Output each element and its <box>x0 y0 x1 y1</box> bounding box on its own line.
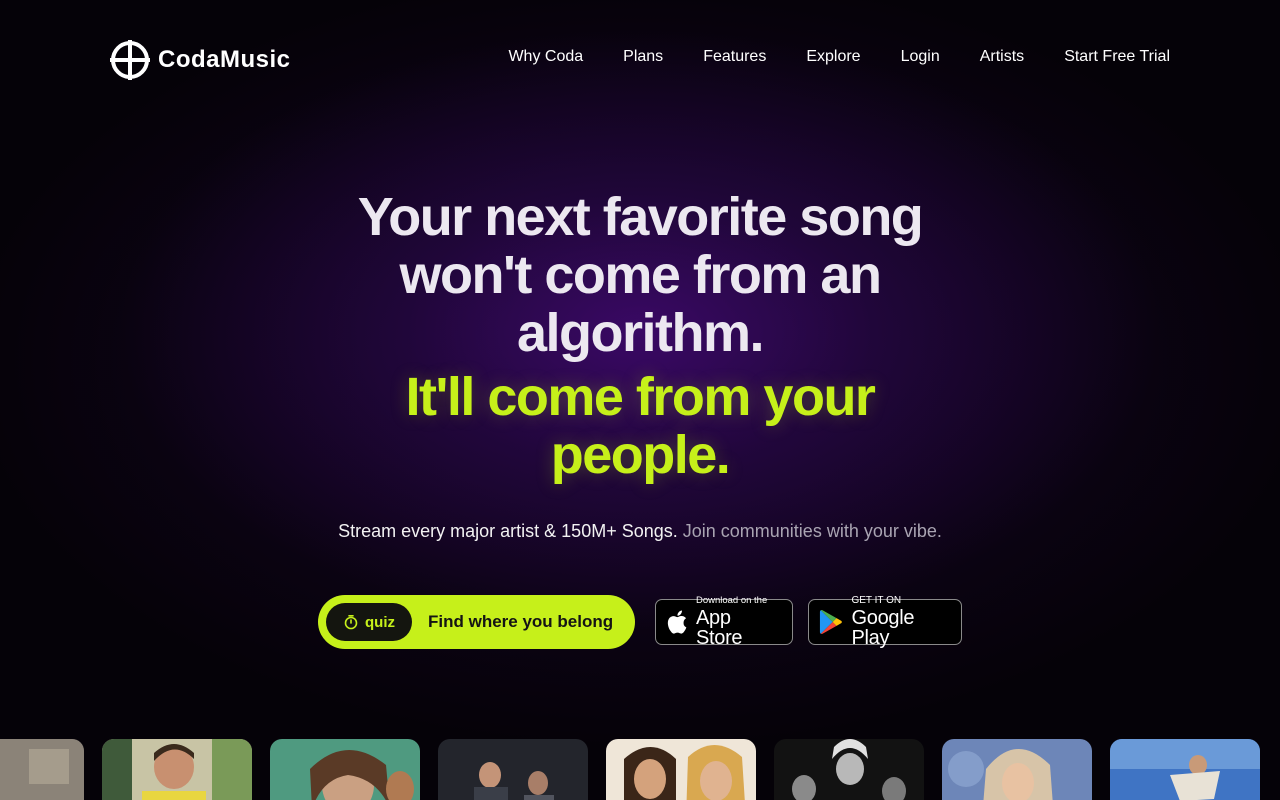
artist-thumb[interactable] <box>1110 739 1260 800</box>
nav-explore[interactable]: Explore <box>806 48 860 66</box>
stopwatch-icon <box>344 614 358 630</box>
nav-login[interactable]: Login <box>901 48 940 66</box>
artist-photo <box>942 739 1092 800</box>
google-play-icon <box>819 610 842 634</box>
google-play-text: GET IT ON Google Play <box>851 595 951 649</box>
brand-name: CodaMusic <box>158 46 291 73</box>
artist-thumb[interactable] <box>606 739 756 800</box>
headline-line: Your next favorite song <box>357 187 924 247</box>
app-store-small-text: Download on the <box>695 595 768 607</box>
artist-thumb[interactable] <box>270 739 420 800</box>
nav-start-free-trial[interactable]: Start Free Trial <box>1064 48 1170 66</box>
google-play-small-text: GET IT ON <box>851 595 902 606</box>
subtitle-main: Stream every major artist & 150M+ Songs. <box>338 521 678 541</box>
cta-row: quiz Find where you belong <box>318 595 635 649</box>
hero-section: Your next favorite song won't come from … <box>0 188 1280 484</box>
quiz-button[interactable]: quiz Find where you belong <box>318 595 635 649</box>
hero-accent-headline: It'll come from your people. <box>0 368 1280 484</box>
coda-logo-icon <box>110 40 150 80</box>
subtitle-muted: Join communities with your vibe. <box>682 521 942 541</box>
artist-photo <box>102 739 252 800</box>
hero-subtitle: Stream every major artist & 150M+ Songs.… <box>0 521 1280 542</box>
artist-thumb[interactable] <box>438 739 588 800</box>
artist-thumb[interactable] <box>102 739 252 800</box>
artist-photo <box>270 739 420 800</box>
brand-logo[interactable]: CodaMusic <box>110 40 291 80</box>
quiz-button-label: Find where you belong <box>428 612 614 631</box>
nav-why-coda[interactable]: Why Coda <box>508 48 583 66</box>
hero-headline: Your next favorite song won't come from … <box>0 188 1280 362</box>
artist-photo <box>774 739 924 800</box>
headline-line: won't come from an <box>399 245 882 305</box>
accent-line: It'll come from your <box>405 367 876 427</box>
artist-thumb[interactable] <box>0 739 84 800</box>
quiz-tag: quiz <box>326 603 412 641</box>
main-nav: Why Coda Plans Features Explore Login Ar… <box>508 48 1170 66</box>
artist-thumb[interactable] <box>774 739 924 800</box>
artist-photo <box>438 739 588 800</box>
app-store-badge[interactable]: Download on the App Store <box>655 596 793 648</box>
google-play-badge[interactable]: GET IT ON Google Play <box>808 595 962 649</box>
app-store-text: Download on the App Store <box>696 596 782 648</box>
headline-line: algorithm. <box>516 303 765 363</box>
google-play-big-text: Google Play <box>851 607 915 649</box>
app-store-big-text: App Store <box>695 606 743 649</box>
artist-photo <box>0 739 84 800</box>
artist-strip <box>0 739 1280 800</box>
nav-features[interactable]: Features <box>703 48 766 66</box>
nav-artists[interactable]: Artists <box>980 48 1024 66</box>
artist-photo <box>606 739 756 800</box>
accent-line: people. <box>550 425 731 485</box>
quiz-tag-label: quiz <box>365 613 395 631</box>
artist-photo <box>1110 739 1260 800</box>
landing-page: CodaMusic Why Coda Plans Features Explor… <box>0 0 1280 800</box>
nav-plans[interactable]: Plans <box>623 48 663 66</box>
site-header: CodaMusic Why Coda Plans Features Explor… <box>0 0 1280 120</box>
artist-thumb[interactable] <box>942 739 1092 800</box>
apple-icon <box>667 610 687 634</box>
